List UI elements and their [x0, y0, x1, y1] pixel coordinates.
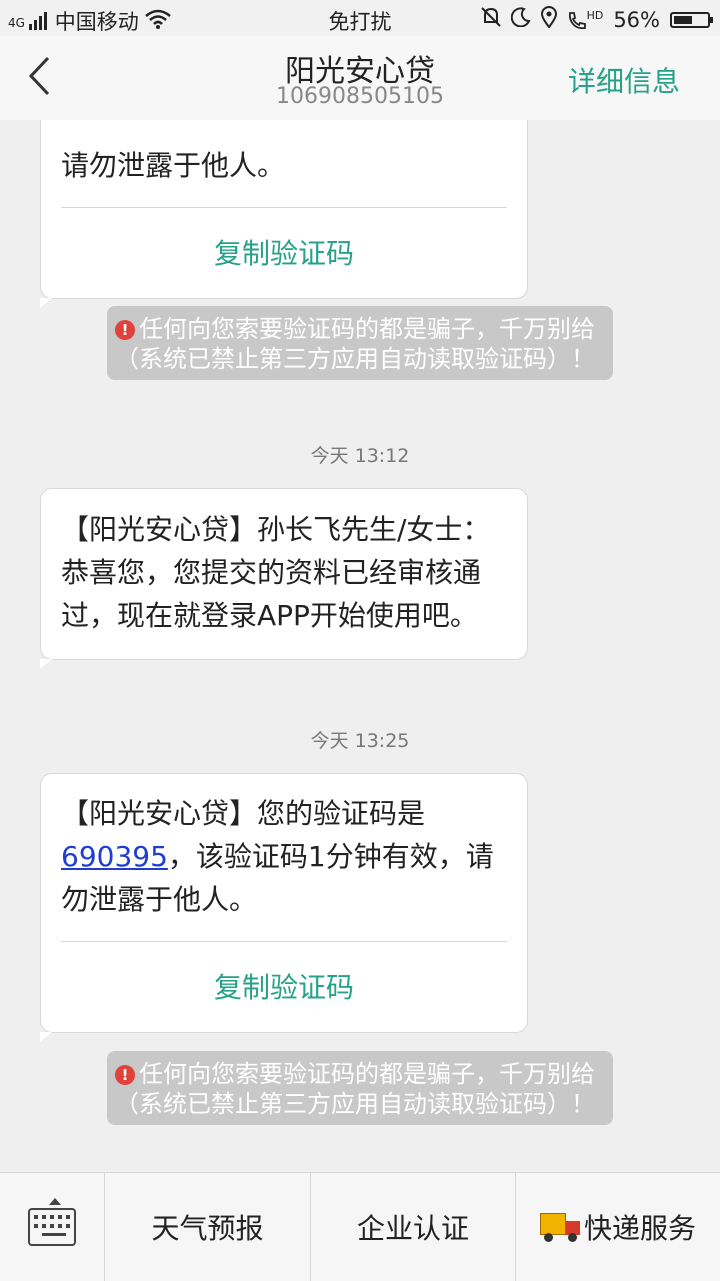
message-list[interactable]: 请勿泄露于他人。 复制验证码 ! 任何向您索要验证码的都是骗子，千万别给（系统已禁…	[0, 120, 720, 1172]
arrow-up-icon	[49, 1198, 61, 1205]
message-bubble[interactable]: 【阳光安心贷】孙长飞先生/女士：恭喜您，您提交的资料已经审核通过，现在就登录AP…	[40, 488, 528, 669]
copy-code-button[interactable]: 复制验证码	[41, 208, 527, 298]
fraud-warning: ! 任何向您索要验证码的都是骗子，千万别给（系统已禁止第三方应用自动读取验证码）！	[107, 1051, 613, 1125]
warning-text: 任何向您索要验证码的都是骗子，千万别给（系统已禁止第三方应用自动读取验证码）！	[115, 1060, 595, 1118]
message-text: 请勿泄露于他人。	[61, 149, 286, 182]
title-bar: 阳光安心贷 106908505105 详细信息	[0, 36, 720, 120]
delivery-truck-icon	[539, 1213, 580, 1242]
battery-percent: 56%	[613, 7, 660, 32]
moon-icon	[510, 7, 531, 32]
menu-enterprise-auth[interactable]: 企业认证	[310, 1173, 515, 1281]
keyboard-toggle-button[interactable]	[0, 1173, 104, 1281]
menu-express-service[interactable]: 快递服务	[515, 1173, 720, 1281]
warning-icon: !	[115, 320, 135, 340]
status-bar: 4G 中国移动 免打扰 HD 56%	[0, 0, 720, 36]
message-bubble[interactable]: 【阳光安心贷】您的验证码是690395，该验证码1分钟有效，请勿泄露于他人。 复…	[40, 773, 528, 1042]
menu-weather[interactable]: 天气预报	[104, 1173, 310, 1281]
message-text-clipped	[61, 120, 505, 144]
location-icon	[540, 6, 557, 33]
hd-label: HD	[586, 8, 604, 22]
fraud-warning: ! 任何向您索要验证码的都是骗子，千万别给（系统已禁止第三方应用自动读取验证码）！	[107, 306, 613, 380]
warning-icon: !	[115, 1065, 135, 1085]
battery-icon	[670, 11, 713, 28]
message-timestamp: 今天 13:25	[310, 730, 410, 752]
message-text: 【阳光安心贷】孙长飞先生/女士：恭喜您，您提交的资料已经审核通过，现在就登录AP…	[61, 513, 491, 632]
menu-express-label: 快递服务	[583, 1212, 696, 1245]
keyboard-icon	[28, 1198, 76, 1246]
copy-code-button[interactable]: 复制验证码	[41, 942, 527, 1032]
hd-call-icon: HD	[567, 8, 604, 31]
bottom-menu: 天气预报 企业认证 快递服务	[0, 1172, 720, 1281]
details-button[interactable]: 详细信息	[568, 60, 680, 100]
message-bubble[interactable]: 请勿泄露于他人。 复制验证码	[40, 120, 528, 308]
verification-code-link[interactable]: 690395	[61, 840, 168, 873]
battery-fill	[674, 15, 692, 24]
message-timestamp: 今天 13:12	[310, 445, 410, 467]
mute-bell-icon	[480, 6, 501, 33]
warning-text: 任何向您索要验证码的都是骗子，千万别给（系统已禁止第三方应用自动读取验证码）！	[115, 315, 595, 373]
message-text: 【阳光安心贷】您的验证码是	[61, 797, 426, 830]
